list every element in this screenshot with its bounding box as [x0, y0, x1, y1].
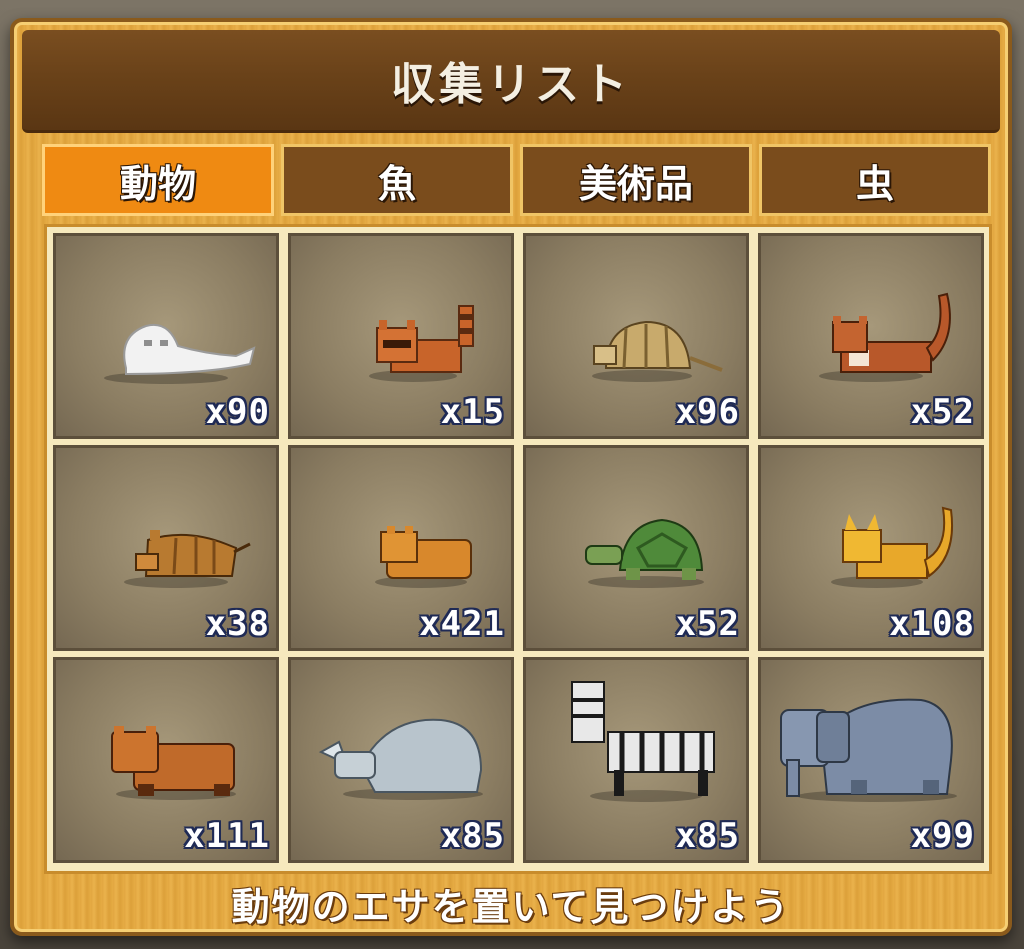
item-count: x421	[419, 604, 505, 644]
item-slot-zebra[interactable]: x85	[523, 657, 749, 863]
page-title: 収集リスト	[391, 59, 631, 110]
item-count: x85	[440, 816, 505, 856]
item-slot-turtle[interactable]: x52	[523, 445, 749, 651]
item-slot-bear[interactable]: x111	[53, 657, 279, 863]
item-count: x96	[675, 392, 740, 432]
hint-text: 動物のエサを置いて見つけよう	[231, 884, 791, 929]
item-count: x111	[184, 816, 270, 856]
item-slot-boar[interactable]: x38	[53, 445, 279, 651]
item-count: x90	[205, 392, 270, 432]
tab-label: 虫	[855, 161, 894, 206]
hint-footer: 動物のエサを置いて見つけよう	[14, 874, 1008, 932]
category-tabs: 動物 魚 美術品 虫	[42, 144, 992, 218]
tab-art[interactable]: 美術品	[520, 144, 752, 216]
tab-animals[interactable]: 動物	[42, 144, 274, 216]
tab-label: 美術品	[578, 161, 693, 206]
item-slot-weasel[interactable]: x52	[758, 233, 984, 439]
item-count: x85	[675, 816, 740, 856]
item-count: x108	[889, 604, 975, 644]
item-slot-armadillo[interactable]: x96	[523, 233, 749, 439]
item-slot-ghost-seal[interactable]: x90	[53, 233, 279, 439]
title-bar: 収集リスト	[22, 30, 1000, 133]
tab-label: 魚	[377, 161, 416, 206]
item-slot-fox[interactable]: x108	[758, 445, 984, 651]
collection-panel: 収集リスト 動物 魚 美術品 虫 x90 x15 x96 x52 x38 x42…	[10, 18, 1012, 936]
item-count: x15	[440, 392, 505, 432]
tab-insects[interactable]: 虫	[759, 144, 991, 216]
item-count: x38	[205, 604, 270, 644]
item-count: x52	[910, 392, 975, 432]
item-slot-elephant[interactable]: x99	[758, 657, 984, 863]
item-count: x52	[675, 604, 740, 644]
item-slot-capybara[interactable]: x421	[288, 445, 514, 651]
tab-fish[interactable]: 魚	[281, 144, 513, 216]
item-count: x99	[910, 816, 975, 856]
item-grid: x90 x15 x96 x52 x38 x421 x52 x108 x111 x…	[44, 224, 992, 874]
item-slot-rhino[interactable]: x85	[288, 657, 514, 863]
tab-label: 動物	[119, 161, 196, 206]
item-slot-raccoon[interactable]: x15	[288, 233, 514, 439]
